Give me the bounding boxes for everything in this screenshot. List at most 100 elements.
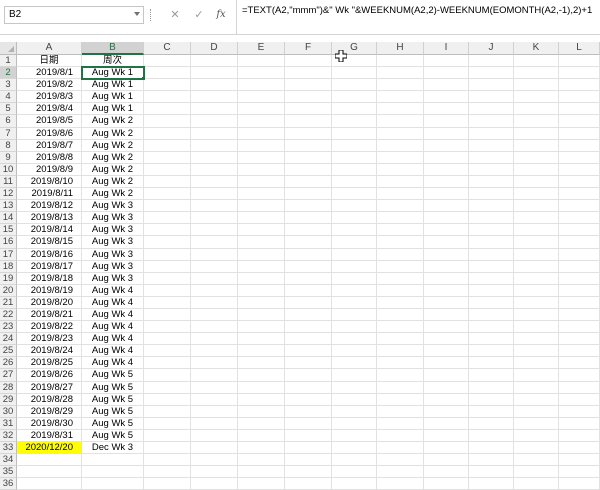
cell-g28[interactable] <box>332 381 377 394</box>
cell-d20[interactable] <box>191 284 238 297</box>
cell-b23[interactable]: Aug Wk 4 <box>82 321 144 334</box>
cell-f5[interactable] <box>285 103 332 116</box>
cell-j18[interactable] <box>469 260 514 273</box>
cell-b15[interactable]: Aug Wk 3 <box>82 224 144 237</box>
cell-j4[interactable] <box>469 91 514 104</box>
cell-k13[interactable] <box>514 200 559 213</box>
cell-k6[interactable] <box>514 115 559 128</box>
cell-i7[interactable] <box>424 127 469 140</box>
cell-h27[interactable] <box>377 369 424 382</box>
cell-a6[interactable]: 2019/8/5 <box>17 115 82 128</box>
cell-i36[interactable] <box>424 478 469 490</box>
row-header[interactable]: 21 <box>0 296 17 309</box>
row-header[interactable]: 5 <box>0 103 17 116</box>
cell-c32[interactable] <box>144 429 191 442</box>
cell-d27[interactable] <box>191 369 238 382</box>
cell-l11[interactable] <box>559 175 600 189</box>
cell-f36[interactable] <box>285 478 332 490</box>
cell-l29[interactable] <box>559 393 600 406</box>
cell-a18[interactable]: 2019/8/17 <box>17 260 82 273</box>
cell-e2[interactable] <box>238 67 285 80</box>
cell-a32[interactable]: 2019/8/31 <box>17 429 82 442</box>
cell-i20[interactable] <box>424 284 469 297</box>
cell-b28[interactable]: Aug Wk 5 <box>82 381 144 394</box>
row-header[interactable]: 30 <box>0 405 17 418</box>
cell-b4[interactable]: Aug Wk 1 <box>82 91 144 104</box>
cell-l10[interactable] <box>559 163 600 176</box>
cell-e25[interactable] <box>238 345 285 358</box>
cell-i2[interactable] <box>424 67 469 80</box>
cell-h4[interactable] <box>377 91 424 104</box>
cell-b25[interactable]: Aug Wk 4 <box>82 345 144 358</box>
cell-i9[interactable] <box>424 151 469 164</box>
cell-f29[interactable] <box>285 393 332 406</box>
cell-k10[interactable] <box>514 163 559 176</box>
cell-l28[interactable] <box>559 381 600 394</box>
cell-j9[interactable] <box>469 151 514 164</box>
row-header[interactable]: 14 <box>0 212 17 225</box>
column-header-h[interactable]: H <box>377 42 424 55</box>
cell-l5[interactable] <box>559 103 600 116</box>
cell-k24[interactable] <box>514 333 559 346</box>
cell-g12[interactable] <box>332 188 377 201</box>
cell-c27[interactable] <box>144 369 191 382</box>
cell-i10[interactable] <box>424 163 469 176</box>
cell-l3[interactable] <box>559 79 600 92</box>
cell-h25[interactable] <box>377 345 424 358</box>
cell-j31[interactable] <box>469 417 514 430</box>
cell-c7[interactable] <box>144 127 191 140</box>
row-header[interactable]: 33 <box>0 442 17 455</box>
cell-b6[interactable]: Aug Wk 2 <box>82 115 144 128</box>
cell-k18[interactable] <box>514 260 559 273</box>
cell-j20[interactable] <box>469 284 514 297</box>
cell-f3[interactable] <box>285 79 332 92</box>
cell-f24[interactable] <box>285 333 332 346</box>
insert-function-icon[interactable]: fx <box>212 6 230 24</box>
cell-f26[interactable] <box>285 357 332 370</box>
cell-b1[interactable]: 周次 <box>82 55 144 68</box>
cell-g35[interactable] <box>332 466 377 479</box>
cell-b11[interactable]: Aug Wk 2 <box>82 175 144 189</box>
cell-i13[interactable] <box>424 200 469 213</box>
cell-h24[interactable] <box>377 333 424 346</box>
cell-c23[interactable] <box>144 321 191 334</box>
cell-f33[interactable] <box>285 442 332 455</box>
cell-d36[interactable] <box>191 478 238 490</box>
cell-i23[interactable] <box>424 321 469 334</box>
cell-k31[interactable] <box>514 417 559 430</box>
row-header[interactable]: 6 <box>0 115 17 128</box>
formula-bar-grip[interactable] <box>150 9 152 21</box>
cell-d8[interactable] <box>191 139 238 152</box>
cell-a36[interactable] <box>17 478 82 490</box>
cell-g15[interactable] <box>332 224 377 237</box>
cell-h20[interactable] <box>377 284 424 297</box>
cell-k20[interactable] <box>514 284 559 297</box>
cell-f1[interactable] <box>285 55 332 68</box>
cell-e1[interactable] <box>238 55 285 68</box>
cell-j7[interactable] <box>469 127 514 140</box>
cell-d6[interactable] <box>191 115 238 128</box>
cell-k4[interactable] <box>514 91 559 104</box>
cell-h19[interactable] <box>377 272 424 285</box>
cell-h10[interactable] <box>377 163 424 176</box>
cell-d30[interactable] <box>191 405 238 418</box>
cell-g21[interactable] <box>332 296 377 309</box>
cell-k3[interactable] <box>514 79 559 92</box>
cell-c31[interactable] <box>144 417 191 430</box>
cell-i3[interactable] <box>424 79 469 92</box>
cell-e15[interactable] <box>238 224 285 237</box>
name-box[interactable]: B2 <box>4 6 144 24</box>
cell-b36[interactable] <box>82 478 144 490</box>
cell-b35[interactable] <box>82 466 144 479</box>
cell-b18[interactable]: Aug Wk 3 <box>82 260 144 273</box>
cell-g6[interactable] <box>332 115 377 128</box>
row-header[interactable]: 4 <box>0 91 17 104</box>
cell-c17[interactable] <box>144 248 191 261</box>
cell-j26[interactable] <box>469 357 514 370</box>
cell-h17[interactable] <box>377 248 424 261</box>
cell-g33[interactable] <box>332 442 377 455</box>
cell-f34[interactable] <box>285 454 332 467</box>
cell-d31[interactable] <box>191 417 238 430</box>
cell-a21[interactable]: 2019/8/20 <box>17 296 82 309</box>
cell-g31[interactable] <box>332 417 377 430</box>
